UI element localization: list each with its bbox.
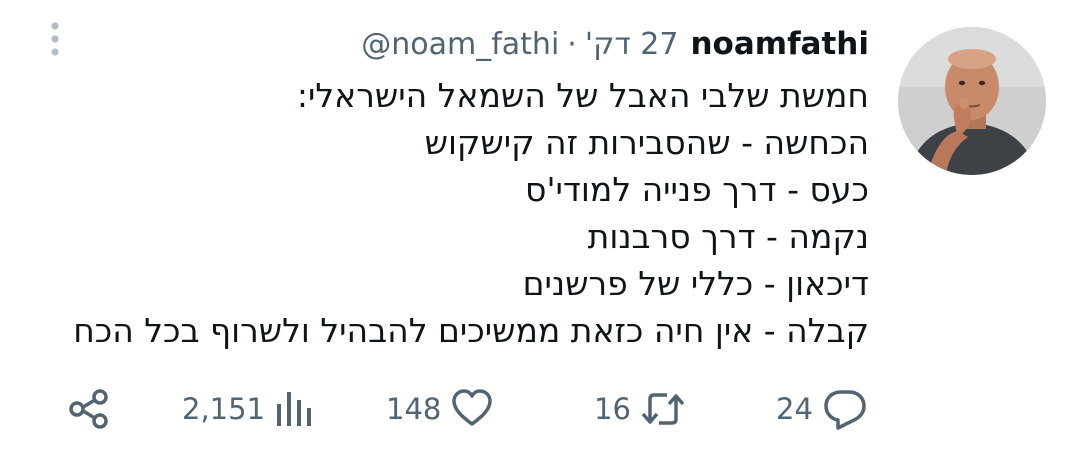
heart-icon xyxy=(452,389,493,426)
tweet-line: הכחשה - שהסבירות זה קישקוש xyxy=(424,123,869,162)
avatar-photo xyxy=(898,27,1046,175)
retweet-icon xyxy=(641,393,685,425)
tweet-actions: 2,151 148 16 24 xyxy=(0,383,1080,435)
display-name[interactable]: noamfathi xyxy=(690,26,869,62)
tweet-line: דיכאון - כללי של פרשנים xyxy=(522,264,869,303)
views-count: 2,151 xyxy=(182,392,266,426)
tweet-line: כעס - דרך פנייה למודי'ס xyxy=(525,170,869,209)
meta-separator: · xyxy=(567,26,577,62)
reply-button[interactable]: 24 xyxy=(776,383,869,435)
share-icon xyxy=(69,389,108,429)
likes-count: 148 xyxy=(386,392,442,426)
views-button[interactable]: 2,151 xyxy=(182,383,315,435)
retweet-button[interactable]: 16 xyxy=(594,383,687,435)
speech-bubble-icon xyxy=(824,390,866,430)
tweet-meta: @noam_fathi · 27 דק' xyxy=(361,27,678,62)
handle[interactable]: @noam_fathi xyxy=(361,27,559,62)
tweet-line: קבלה - אין חיה כזאת ממשיכים להבהיל ולשרו… xyxy=(73,311,869,350)
avatar[interactable] xyxy=(898,27,1046,175)
tweet-card[interactable]: noamfathi @noam_fathi · 27 דק' חמשת שלבי… xyxy=(0,0,1080,460)
more-options-button[interactable] xyxy=(44,22,66,58)
share-button[interactable] xyxy=(66,383,112,435)
tweet-text: חמשת שלבי האבל של השמאל הישראלי: הכחשה -… xyxy=(49,72,869,354)
timestamp[interactable]: 27 דק' xyxy=(585,27,679,62)
tweet-line: נקמה - דרך סרבנות xyxy=(587,217,869,256)
retweets-count: 16 xyxy=(594,392,631,426)
like-button[interactable]: 148 xyxy=(386,383,495,435)
replies-count: 24 xyxy=(776,392,813,426)
bar-chart-icon xyxy=(277,392,312,426)
tweet-line: חמשת שלבי האבל של השמאל הישראלי: xyxy=(296,76,869,115)
tweet-header: noamfathi @noam_fathi · 27 דק' xyxy=(361,22,869,66)
more-vertical-icon xyxy=(51,22,59,56)
